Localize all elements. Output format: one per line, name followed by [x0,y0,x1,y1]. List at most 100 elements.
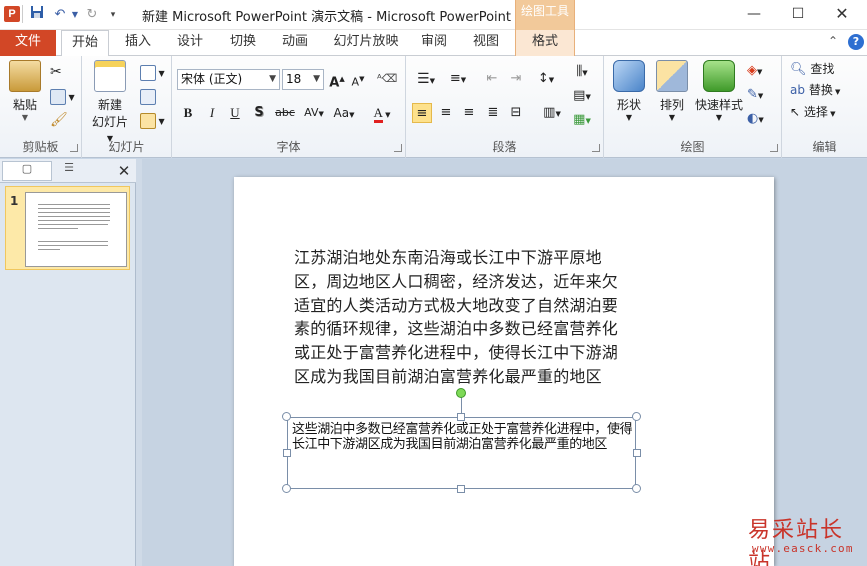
ribbon-tabs: 文件 开始 插入 设计 切换 动画 幻灯片放映 审阅 视图 格式 ⌃ [0,30,867,57]
tab-file[interactable]: 文件 [0,30,56,56]
tab-design[interactable]: 设计 [168,30,212,56]
justify-icon[interactable]: ≣ [483,103,503,123]
columns-icon[interactable]: ▥▼ [538,103,566,123]
reset-button[interactable] [140,86,156,106]
increase-indent-icon[interactable]: ⇥ [506,69,526,89]
tab-format[interactable]: 格式 [515,30,575,56]
resize-handle-bottom-right[interactable] [632,484,641,493]
customize-qat-icon[interactable]: ▾ [106,5,120,25]
select-button[interactable]: ↖ 选择 ▼ [790,102,836,122]
font-name-dropdown-icon: ▼ [269,74,276,84]
slide-body-paragraph[interactable]: 江苏湖泊地处东南沿海或长江中下游平原地区，周边地区人口稠密，经济发达，近年来欠适… [294,246,630,389]
help-icon[interactable]: ? [848,34,864,50]
underline-button[interactable]: U [225,103,245,123]
align-left-icon[interactable]: ≡ [412,103,432,123]
line-spacing-icon[interactable]: ↕▼ [532,69,560,89]
editing-group: 🔍︎ 查找 ab 替换 ▼ ↖ 选择 ▼ 编辑 [782,56,867,158]
grow-font-button[interactable]: A▲ [327,69,347,90]
font-name-value: 宋体 (正文) [181,72,243,86]
paste-label: 粘贴 [12,98,37,112]
watermark-url: www.easck.com [752,542,854,555]
slides-tab-icon[interactable]: ▢ [2,161,52,181]
redo-icon[interactable]: ↻ [84,5,100,25]
decrease-indent-icon[interactable]: ⇤ [482,69,502,89]
format-painter-button[interactable]: 🖌 [50,110,68,130]
tab-transitions[interactable]: 切换 [221,30,265,56]
collapse-ribbon-icon[interactable]: ⌃ [828,34,838,48]
shape-fill-icon: ◈ [747,63,757,78]
undo-dropdown-icon[interactable]: ▼ [70,5,80,25]
resize-handle-top-right[interactable] [632,412,641,421]
shadow-button[interactable]: S [249,103,269,123]
paragraph-launcher-icon[interactable] [592,144,600,152]
change-case-button[interactable]: Aa▼ [330,103,358,123]
align-text-icon[interactable]: ▤▼ [568,86,596,106]
font-color-button[interactable]: A ▼ [367,103,397,123]
resize-handle-right[interactable] [633,449,641,457]
tab-review[interactable]: 审阅 [412,30,456,56]
tab-insert[interactable]: 插入 [116,30,160,56]
cut-button[interactable]: ✂ [50,62,62,82]
align-center-icon[interactable]: ≡ [436,103,456,123]
rotation-handle[interactable] [456,388,466,398]
new-slide-button[interactable]: 新建 幻灯片 ▼ [88,60,132,144]
paste-button[interactable]: 粘贴 ▼ [6,60,44,122]
strikethrough-button[interactable]: abc [272,103,298,123]
qat-divider [22,5,23,23]
minimize-button[interactable]: — [732,2,776,26]
close-panel-icon[interactable]: ✕ [114,161,134,181]
character-spacing-button[interactable]: AV▼ [300,103,328,123]
tab-animations[interactable]: 动画 [273,30,317,56]
clipboard-launcher-icon[interactable] [70,144,78,152]
shapes-button[interactable]: 形状 ▼ [610,60,648,122]
resize-handle-bottom[interactable] [457,485,465,493]
layout-button[interactable]: ▼ [140,62,165,82]
tab-slideshow[interactable]: 幻灯片放映 [328,30,404,56]
outline-tab-icon[interactable]: ☰ [54,161,84,181]
align-right-icon[interactable]: ≡ [459,103,479,123]
drawing-launcher-icon[interactable] [770,144,778,152]
font-size-value: 18 [286,72,302,86]
shapes-label: 形状 [616,98,641,112]
section-button[interactable]: ▼ [140,110,165,130]
resize-handle-left[interactable] [283,449,291,457]
save-icon[interactable] [28,5,46,25]
tab-view[interactable]: 视图 [464,30,508,56]
clear-formatting-icon[interactable]: ᴬ⌫ [377,69,397,89]
bullets-icon[interactable]: ☰▼ [412,69,440,89]
find-button[interactable]: 🔍︎ 查找 [790,59,834,79]
tab-home[interactable]: 开始 [61,30,109,57]
copy-button[interactable]: ▼ [50,86,75,106]
undo-icon[interactable]: ↶ [50,5,70,25]
resize-handle-top-left[interactable] [282,412,291,421]
maximize-button[interactable]: ☐ [776,2,820,26]
quick-styles-button[interactable]: 快速样式 ▼ [694,60,744,122]
smartart-icon[interactable]: ▦▼ [568,110,596,130]
shrink-font-button[interactable]: A▼ [348,69,368,89]
bold-button[interactable]: B [178,103,198,123]
close-button[interactable]: ✕ [820,2,864,26]
font-name-select[interactable]: 宋体 (正文) ▼ [177,69,280,90]
slide-thumbnail[interactable] [25,192,127,267]
shape-effects-icon: ◐ [747,111,759,126]
powerpoint-app-icon[interactable]: P [4,6,20,22]
shape-fill-button[interactable]: ◈▼ [747,60,762,80]
shape-outline-button[interactable]: ✎▼ [747,84,763,104]
paragraph-group-label: 段落 [492,140,517,154]
layout-icon [140,64,156,81]
arrange-button[interactable]: 排列 ▼ [652,60,692,122]
new-slide-icon [94,60,126,92]
font-launcher-icon[interactable] [394,144,402,152]
resize-handle-bottom-left[interactable] [282,484,291,493]
italic-button[interactable]: I [202,103,222,123]
text-direction-icon[interactable]: ⫼▼ [568,62,596,82]
numbering-icon[interactable]: ≡▼ [444,69,472,89]
resize-handle-top[interactable] [457,413,465,421]
replace-button[interactable]: ab 替换 ▼ [790,80,840,100]
textbox-text[interactable]: 这些湖泊中多数已经富营养化或正处于富营养化进程中，使得长江中下游湖区成为我国目前… [292,422,637,452]
watermark-logo: 易采站长站 [748,518,845,566]
font-size-select[interactable]: 18 ▼ [282,69,324,90]
slide-thumbnail-selected[interactable] [5,186,130,270]
shape-effects-button[interactable]: ◐▼ [747,108,764,128]
distributed-icon[interactable]: ⊟ [506,103,526,123]
